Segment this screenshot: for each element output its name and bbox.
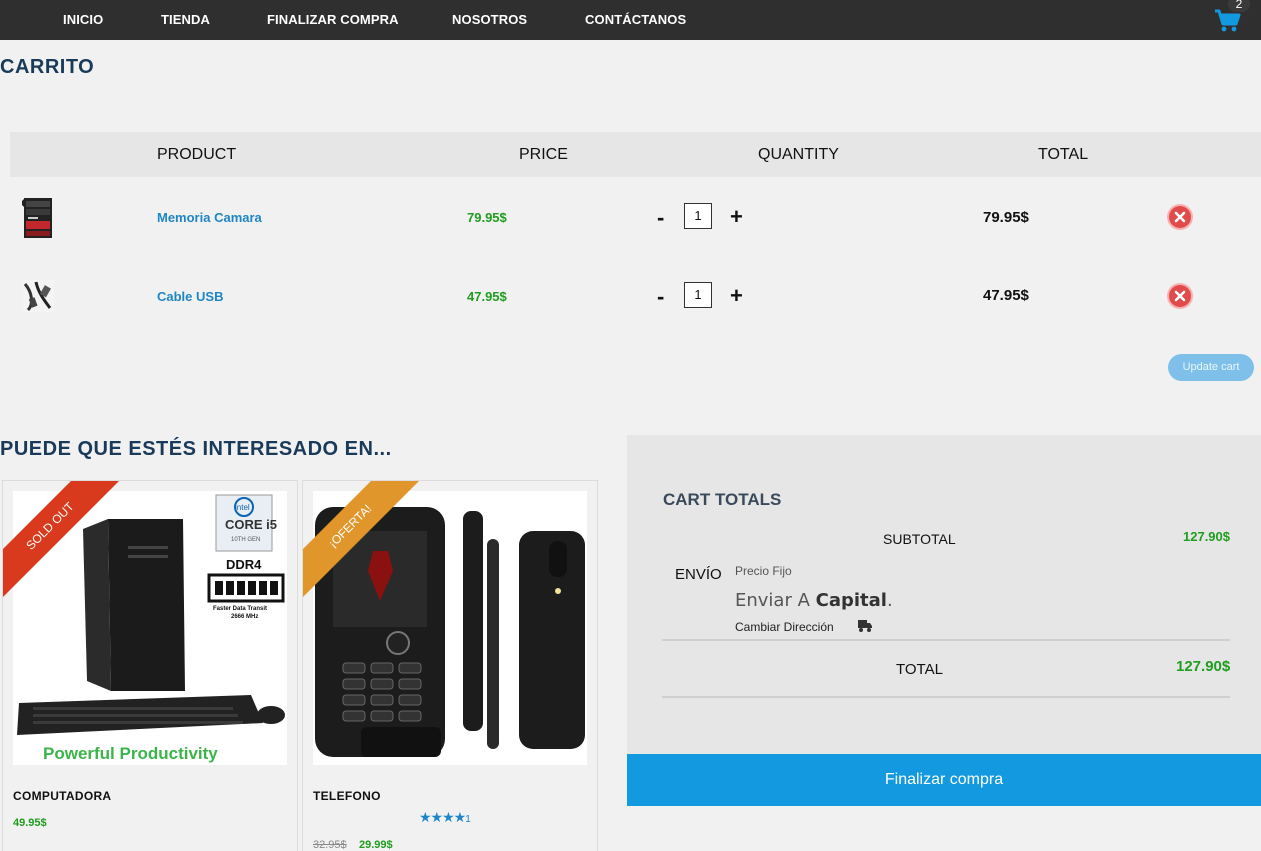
truck-icon[interactable] — [857, 619, 873, 638]
close-icon — [1174, 211, 1186, 223]
subtotal-label: SUBTOTAL — [883, 531, 956, 547]
product-link[interactable]: Cable USB — [157, 289, 223, 304]
cpu-gen-text: 10TH GEN — [231, 537, 260, 543]
cart-row: Memoria Camara 79.95$ - 1 + 79.95$ — [10, 177, 1261, 256]
suggestions-title: PUEDE QUE ESTÉS INTERESADO EN... — [0, 438, 392, 460]
shipping-method: Precio Fijo — [735, 564, 792, 578]
ship-to-prefix: Enviar A — [735, 590, 810, 611]
checkout-button[interactable]: Finalizar compra — [627, 754, 1261, 806]
subtotal-value: 127.90$ — [1183, 529, 1230, 544]
header-quantity: QUANTITY — [758, 146, 839, 163]
row-total: 47.95$ — [983, 287, 1029, 304]
header-total: TOTAL — [1038, 146, 1089, 163]
total-label: TOTAL — [896, 661, 943, 678]
row-total: 79.95$ — [983, 209, 1029, 226]
old-price: 32.95$ — [313, 839, 347, 851]
qty-decrease-button[interactable]: - — [657, 207, 664, 229]
product-title[interactable]: TELEFONO — [313, 789, 381, 803]
product-price: 29.99$ — [359, 839, 393, 851]
nav-tienda[interactable]: TIENDA — [161, 12, 210, 27]
cpu-chip-text: CORE i5 — [225, 517, 277, 532]
shopping-cart-icon[interactable] — [1214, 9, 1242, 33]
ram-subtitle-text: Faster Data Transit — [213, 606, 267, 612]
star-rating: ★★★★1 — [419, 809, 471, 826]
rating-count: 1 — [465, 814, 471, 825]
page-title: CARRITO — [0, 56, 95, 78]
cart-table-header: PRODUCT PRICE QUANTITY TOTAL — [10, 132, 1261, 177]
quantity-input[interactable]: 1 — [684, 282, 712, 308]
qty-decrease-button[interactable]: - — [657, 286, 664, 308]
star-icons: ★★★★ — [419, 809, 466, 825]
ram-speed-text: 2666 MHz — [231, 614, 258, 620]
product-title[interactable]: COMPUTADORA — [13, 789, 111, 803]
header-price: PRICE — [519, 146, 568, 163]
cart-row: Cable USB 47.95$ - 1 + 47.95$ — [10, 256, 1261, 335]
ship-to-line: Enviar A Capital. — [735, 590, 893, 611]
remove-item-button[interactable] — [1169, 206, 1191, 228]
update-cart-button[interactable]: Update cart — [1168, 354, 1254, 381]
usb-cable-thumbnail[interactable] — [22, 280, 54, 312]
close-icon — [1174, 290, 1186, 302]
product-price: 49.95$ — [13, 817, 47, 829]
total-value: 127.90$ — [1176, 658, 1231, 675]
cart-count-badge: 2 — [1228, 0, 1250, 12]
top-navigation: INICIO TIENDA FINALIZAR COMPRA NOSOTROS … — [0, 0, 1261, 40]
product-price: 79.95$ — [467, 210, 507, 225]
intel-brand-text: intel — [235, 503, 250, 512]
header-product: PRODUCT — [157, 146, 237, 163]
product-card[interactable]: ¡OFERTA! TELEFONO ★★★★1 32.95$ 29.99$ — [302, 480, 598, 851]
ram-text: DDR4 — [226, 557, 262, 572]
nav-inicio[interactable]: INICIO — [63, 12, 103, 27]
image-caption-text: Powerful Productivity — [43, 744, 218, 763]
divider — [662, 639, 1230, 641]
sd-card-thumbnail[interactable] — [22, 197, 54, 239]
qty-increase-button[interactable]: + — [730, 206, 743, 228]
product-link[interactable]: Memoria Camara — [157, 210, 262, 225]
ship-to-suffix: . — [886, 590, 893, 611]
shipping-label: ENVÍO — [675, 566, 722, 583]
nav-nosotros[interactable]: NOSOTROS — [452, 12, 527, 27]
product-price: 47.95$ — [467, 289, 507, 304]
nav-contactanos[interactable]: CONTÁCTANOS — [585, 12, 686, 27]
product-card[interactable]: intel CORE i5 10TH GEN DDR4 Faster Data … — [2, 480, 298, 851]
change-address-link[interactable]: Cambiar Dirección — [735, 620, 834, 634]
quantity-input[interactable]: 1 — [684, 203, 712, 229]
cart-totals-panel: CART TOTALS SUBTOTAL 127.90$ ENVÍO Preci… — [627, 435, 1261, 755]
nav-finalizar-compra[interactable]: FINALIZAR COMPRA — [267, 12, 399, 27]
ship-to-place: Capital — [815, 590, 887, 611]
cart-totals-title: CART TOTALS — [663, 490, 782, 509]
remove-item-button[interactable] — [1169, 285, 1191, 307]
qty-increase-button[interactable]: + — [730, 285, 743, 307]
divider — [662, 696, 1230, 698]
